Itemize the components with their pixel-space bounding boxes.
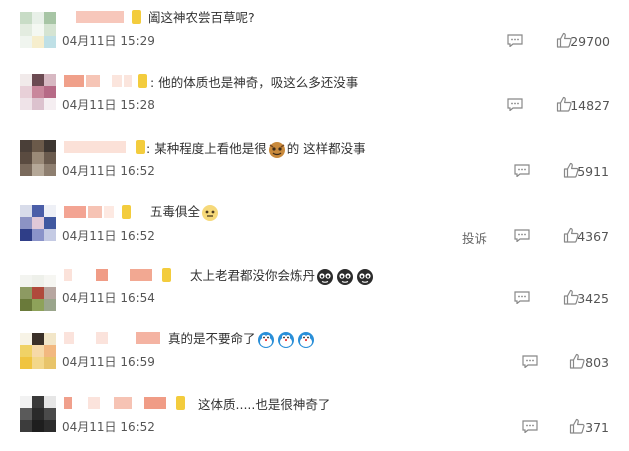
reply-icon[interactable] [522, 355, 538, 368]
emoji-icon [337, 268, 354, 285]
emoji-icon [317, 268, 334, 285]
like-count: 14827 [570, 98, 610, 113]
like-count: 29700 [570, 34, 610, 49]
comment-item: 太上老君都没你会炼丹 04月11日 16:54 3425 [0, 263, 629, 327]
vip-badge [138, 74, 147, 88]
comment-date: 04月11日 16:52 [62, 420, 155, 434]
comment-item: 五毒俱全 04月11日 16:52 投诉 4367 [0, 199, 629, 263]
emoji-icon [257, 331, 274, 348]
like-count: 4367 [577, 229, 609, 244]
comment-item: 真的是不要命了 04月11日 16:59 803 [0, 325, 629, 389]
comment-item: : 他的体质也是神奇，吸这么多还没事 04月11日 15:28 14827 [0, 68, 629, 132]
vip-badge [162, 268, 171, 282]
comment-date: 04月11日 16:54 [62, 291, 155, 305]
comment-text-part: 真的是不要命了 [168, 331, 256, 346]
username[interactable] [76, 10, 141, 24]
comment-text-part: 太上老君都没你会炼丹 [190, 268, 316, 283]
comment-text-part: 五毒俱全 [150, 204, 201, 219]
emoji-icon [297, 331, 314, 348]
avatar[interactable] [20, 275, 56, 311]
username[interactable] [64, 74, 147, 88]
like-count: 803 [585, 355, 609, 370]
username[interactable] [64, 268, 171, 282]
comment-date: 04月11日 16:59 [62, 355, 155, 369]
report-link[interactable]: 投诉 [462, 228, 487, 247]
emoji-icon [357, 268, 374, 285]
avatar[interactable] [20, 74, 56, 110]
comment-item: 阖这神农尝百草呢? 04月11日 15:29 29700 [0, 4, 629, 68]
comment-text: 这体质.....也是很神奇了 [198, 397, 331, 412]
like-count: 3425 [577, 291, 609, 306]
avatar[interactable] [20, 205, 56, 241]
vip-badge [136, 140, 145, 154]
comment-text: 真的是不要命了 [168, 328, 316, 349]
comment-text: 五毒俱全 [150, 201, 220, 222]
comment-item: : 某种程度上看他是很的 这样都没事 04月11日 16:52 5911 [0, 134, 629, 198]
comment-text-part: 的 这样都没事 [286, 141, 366, 156]
comment-date: 04月11日 15:29 [62, 34, 155, 48]
comment-text: : 某种程度上看他是很的 这样都没事 [146, 138, 366, 159]
avatar[interactable] [20, 140, 56, 176]
like-count: 371 [585, 420, 609, 435]
username[interactable] [64, 331, 160, 345]
username[interactable] [64, 140, 145, 154]
username[interactable] [64, 205, 131, 219]
username[interactable] [64, 396, 185, 410]
avatar[interactable] [20, 12, 56, 48]
reply-icon[interactable] [522, 420, 538, 433]
emoji-icon [277, 331, 294, 348]
reply-icon[interactable] [514, 291, 530, 304]
comment-date: 04月11日 16:52 [62, 229, 155, 243]
emoji-icon [202, 204, 219, 221]
reply-icon[interactable] [514, 229, 530, 242]
comment-text: 他的体质也是神奇，吸这么多还没事 [158, 75, 359, 90]
comment-text-part: 某种程度上看他是很 [154, 141, 267, 156]
comment-date: 04月11日 15:28 [62, 98, 155, 112]
vip-badge [176, 396, 185, 410]
reply-icon[interactable] [507, 34, 523, 47]
comment-date: 04月11日 16:52 [62, 164, 155, 178]
vip-badge [132, 10, 141, 24]
emoji-icon [268, 141, 285, 158]
avatar[interactable] [20, 333, 56, 369]
comment-item: 这体质.....也是很神奇了 04月11日 16:52 371 [0, 390, 629, 451]
comment-text: 阖这神农尝百草呢? [148, 10, 255, 25]
vip-badge [122, 205, 131, 219]
reply-icon[interactable] [514, 164, 530, 177]
reply-icon[interactable] [507, 98, 523, 111]
comment-text: 太上老君都没你会炼丹 [190, 265, 375, 286]
like-count: 5911 [577, 164, 609, 179]
comment-text: : 他的体质也是神奇，吸这么多还没事 [150, 75, 359, 90]
avatar[interactable] [20, 396, 56, 432]
